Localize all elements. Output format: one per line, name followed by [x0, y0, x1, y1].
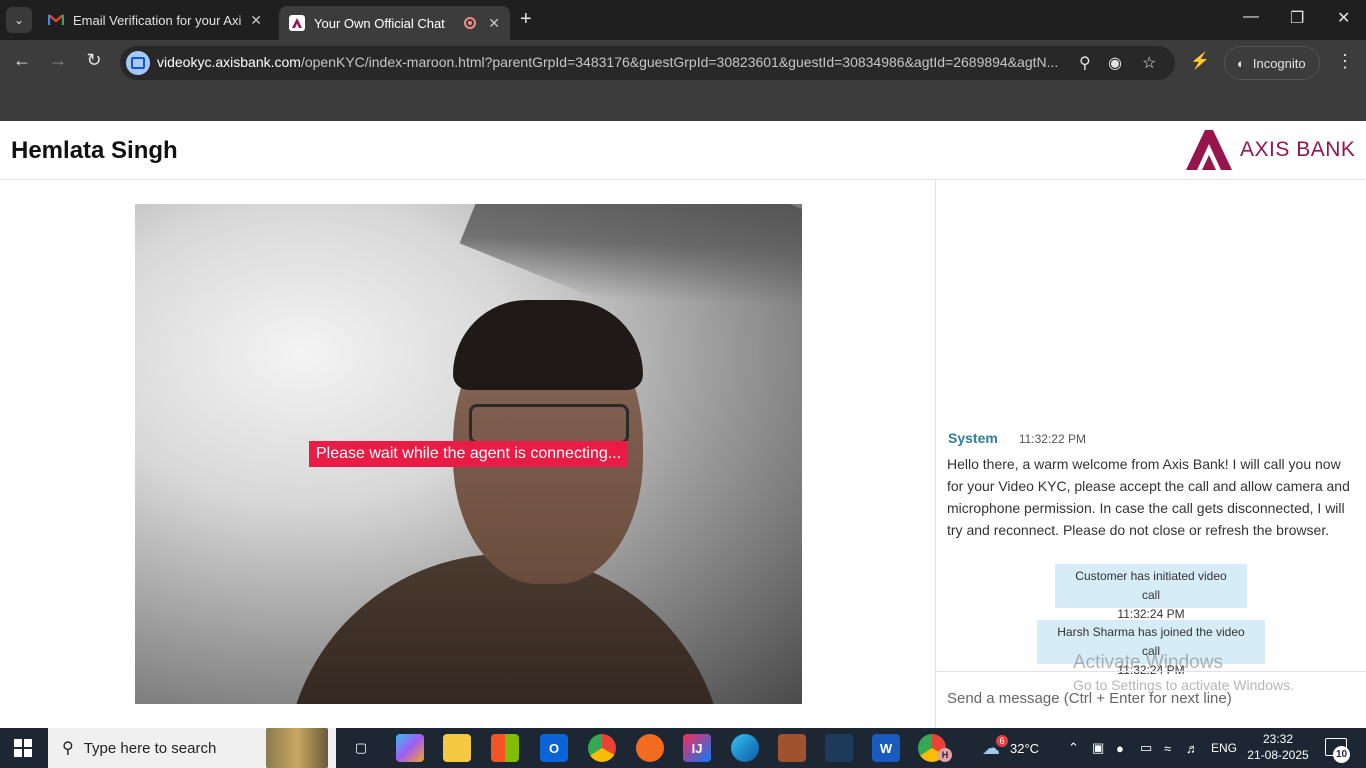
url-text: videokyc.axisbank.com/openKYC/index-maro… — [157, 54, 1059, 70]
message-input[interactable] — [947, 690, 1347, 707]
language-indicator[interactable]: ENG — [1211, 728, 1237, 768]
tab-title: Email Verification for your Axis Bank — [73, 12, 241, 28]
message-sender: System — [948, 430, 998, 446]
chat-panel: System 11:32:22 PM Hello there, a warm w… — [937, 180, 1366, 728]
recording-icon — [464, 17, 476, 29]
page-header: Hemlata Singh AXIS BANK — [0, 121, 1366, 180]
postman-icon[interactable] — [636, 734, 664, 762]
search-icon: ⚲ — [62, 740, 74, 757]
message-time: 11:32:22 PM — [1018, 432, 1086, 446]
outlook-icon[interactable]: O — [540, 734, 568, 762]
clock-date: 21-08-2025 — [1247, 748, 1309, 762]
more-menu-icon[interactable]: ⋮ — [1336, 51, 1354, 72]
minecraft-icon[interactable] — [778, 734, 806, 762]
window-close-icon[interactable]: ✕ — [1337, 8, 1350, 28]
close-icon[interactable]: ✕ — [488, 15, 500, 32]
reload-icon[interactable]: ↻ — [81, 50, 107, 71]
axis-logo-mark-icon — [1186, 130, 1232, 170]
app-profile-badge: H — [938, 748, 952, 762]
site-info-camera-icon[interactable] — [126, 51, 150, 75]
restore-icon[interactable]: ❐ — [1290, 8, 1304, 28]
incognito-label: Incognito — [1252, 55, 1306, 71]
tab-your-own-official-chat[interactable]: Your Own Official Chat ✕ — [279, 6, 510, 40]
weather-badge: 6 — [996, 735, 1008, 747]
eye-off-icon[interactable]: ◉ — [1108, 53, 1122, 73]
back-arrow-icon[interactable]: ← — [9, 50, 35, 71]
windows-start-icon[interactable] — [14, 739, 32, 757]
close-icon[interactable]: ✕ — [250, 12, 262, 29]
message-body: Hello there, a warm welcome from Axis Ba… — [947, 456, 1350, 538]
search-placeholder: Type here to search — [83, 739, 217, 757]
incognito-icon: ◐ — [1237, 55, 1245, 71]
person-hair — [453, 300, 643, 390]
search-highlight-image — [266, 728, 328, 768]
weather-widget[interactable]: ☁ 32°C — [982, 728, 1039, 768]
task-view-icon[interactable]: ▢ — [347, 734, 375, 762]
battery-icon[interactable]: ▭ — [1140, 728, 1152, 768]
intellij-icon[interactable]: IJ — [683, 734, 711, 762]
agent-connecting-banner: Please wait while the agent is connectin… — [309, 441, 629, 467]
notification-count: 10 — [1333, 746, 1350, 763]
system-clock[interactable]: 23:32 21-08-2025 — [1247, 731, 1309, 763]
mysql-workbench-icon[interactable] — [825, 734, 853, 762]
note-text: Customer has initiated video call — [1075, 569, 1227, 602]
message-composer — [937, 671, 1366, 728]
volume-icon[interactable]: ♬ — [1186, 728, 1199, 768]
message-header: System 11:32:22 PM — [948, 430, 1086, 446]
gmail-icon — [48, 12, 64, 28]
tab-search-chevron-icon[interactable]: ⌄ — [6, 7, 32, 33]
show-hidden-icons-chevron[interactable]: ⌃ — [1068, 728, 1079, 768]
weather-temperature: 32°C — [1010, 740, 1040, 756]
clock-time: 23:32 — [1262, 732, 1294, 746]
person-body — [285, 554, 725, 704]
axis-bank-icon — [289, 15, 305, 31]
performance-icon[interactable]: ⚡ — [1190, 51, 1210, 71]
toolbar-strip — [0, 86, 1366, 121]
axis-bank-logo: AXIS BANK — [1186, 130, 1355, 170]
file-explorer-icon[interactable] — [443, 734, 471, 762]
browser-toolbar: ← → ↻ videokyc.axisbank.com/openKYC/inde… — [0, 40, 1366, 86]
address-bar[interactable]: videokyc.axisbank.com/openKYC/index-maro… — [120, 46, 1175, 80]
copilot-icon[interactable] — [396, 734, 424, 762]
minimize-icon[interactable]: — — [1243, 8, 1259, 26]
edge-icon[interactable] — [731, 734, 759, 762]
browser-tab-strip: ⌄ Email Verification for your Axis Bank … — [0, 0, 1366, 40]
wifi-icon[interactable]: ≈ — [1164, 728, 1171, 768]
chrome-icon[interactable] — [588, 734, 616, 762]
forward-arrow-icon[interactable]: → — [45, 50, 71, 71]
word-icon[interactable]: W — [872, 734, 900, 762]
system-note: Harsh Sharma has joined the video call 1… — [1037, 620, 1265, 677]
note-text: Harsh Sharma has joined the video call — [1057, 625, 1245, 658]
new-tab-plus-icon[interactable]: + — [520, 8, 532, 31]
bookmark-star-icon[interactable]: ☆ — [1142, 53, 1156, 73]
microphone-icon[interactable]: ● — [1116, 728, 1124, 768]
system-note: Customer has initiated video call 11:32:… — [1055, 564, 1247, 621]
incognito-badge[interactable]: ◐ Incognito — [1224, 46, 1320, 80]
customer-name: Hemlata Singh — [11, 137, 178, 164]
microsoft-store-icon[interactable] — [491, 734, 519, 762]
windows-taskbar: ⚲ Type here to search ▢ O IJ W H ☁ 32°C … — [0, 728, 1366, 768]
meet-camera-icon[interactable]: ▣ — [1092, 728, 1104, 768]
person-glasses — [469, 404, 629, 444]
logo-text: AXIS BANK — [1240, 138, 1356, 161]
location-pin-icon[interactable]: ⚲ — [1079, 53, 1091, 73]
tab-title: Your Own Official Chat — [314, 15, 445, 31]
tab-email-verification[interactable]: Email Verification for your Axis Bank ✕ — [38, 6, 272, 34]
